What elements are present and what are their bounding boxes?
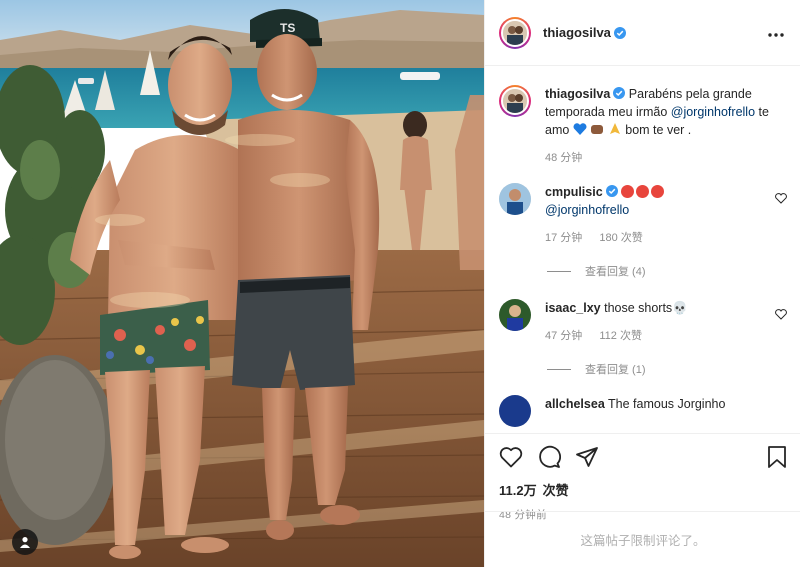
avatar-image (499, 299, 531, 331)
comment-item: allchelsea The famous Jorginho (499, 395, 787, 427)
svg-text:TS: TS (280, 21, 295, 35)
avatar-image (499, 395, 531, 427)
more-options-button[interactable] (768, 24, 784, 42)
caption-text-end: bom te ver . (625, 123, 692, 137)
comment-time[interactable]: 47 分钟 (545, 330, 582, 342)
instagram-post: TS thiagosilva thiagosilva Parabéns pela… (0, 0, 800, 567)
view-replies-button[interactable]: 查看回复 (1) (547, 361, 787, 377)
star-struck-emoji-icon (636, 185, 650, 198)
post-photo[interactable]: TS (0, 0, 484, 567)
replies-divider (547, 270, 571, 272)
likes-count[interactable]: 11.2万 次赞 (499, 480, 787, 499)
author-avatar[interactable] (499, 16, 531, 49)
comment-likes[interactable]: 112 次赞 (599, 330, 642, 342)
caption-mention[interactable]: @jorginhofrello (671, 105, 755, 119)
replies-divider (547, 368, 571, 370)
caption-time[interactable]: 48 分钟 (545, 152, 582, 164)
comment-likes[interactable]: 180 次赞 (599, 232, 642, 244)
comment-avatar[interactable] (499, 395, 531, 427)
comments-disabled-notice: 这篇帖子限制评论了。 (485, 511, 800, 567)
comment-like-heart-icon[interactable] (775, 309, 787, 320)
caption-username[interactable]: thiagosilva (545, 87, 610, 101)
blue-heart-emoji-icon (573, 123, 587, 135)
user-tag-button[interactable] (12, 529, 38, 555)
share-icon (576, 447, 598, 467)
comment-avatar[interactable] (499, 299, 531, 331)
likes-label: 次赞 (542, 483, 569, 498)
comment-avatar[interactable] (499, 183, 531, 215)
comment-item: isaac_lxy those shorts💀 47 分钟 112 次赞 (499, 299, 787, 345)
verified-badge-icon (613, 26, 626, 39)
view-replies-label: 查看回复 (1) (585, 364, 646, 376)
more-horizontal-icon (768, 33, 784, 37)
comment-item: cmpulisic @jorginhofrello 17 分钟 180 次赞 (499, 183, 787, 247)
comment-text: those shorts💀 (604, 301, 688, 315)
beach-photo-illustration: TS (0, 0, 484, 567)
action-icons (499, 442, 787, 472)
post-header: thiagosilva (485, 0, 800, 66)
comment-time[interactable]: 17 分钟 (545, 232, 582, 244)
comment-button[interactable] (537, 445, 561, 469)
star-struck-emoji-icon (621, 185, 635, 198)
avatar-image (503, 20, 527, 45)
verified-badge-icon (613, 87, 626, 99)
comment-body: allchelsea The famous Jorginho (545, 395, 773, 427)
comment-meta: 17 分钟 180 次赞 (545, 229, 773, 247)
post-sidebar: thiagosilva thiagosilva Parabéns pela gr… (484, 0, 800, 567)
star-struck-emoji-icon (651, 185, 665, 198)
caption: thiagosilva Parabéns pela grande tempora… (499, 85, 787, 167)
verified-badge-icon (605, 185, 618, 197)
caption-body: thiagosilva Parabéns pela grande tempora… (545, 85, 773, 167)
comment-icon (539, 445, 561, 468)
heart-icon (499, 447, 523, 468)
caption-meta: 48 分钟 (545, 149, 773, 167)
avatar-image (499, 183, 531, 215)
comments-list[interactable]: thiagosilva Parabéns pela grande tempora… (485, 67, 800, 433)
comment-username[interactable]: isaac_lxy (545, 301, 601, 315)
view-replies-button[interactable]: 查看回复 (4) (547, 263, 787, 279)
view-replies-label: 查看回复 (4) (585, 266, 646, 278)
bookmark-icon (768, 446, 786, 468)
comment-text: The famous Jorginho (608, 397, 726, 411)
author-username[interactable]: thiagosilva (543, 25, 611, 40)
praying-hands-emoji-icon (609, 123, 620, 134)
user-tag-icon (20, 537, 30, 548)
comment-body: isaac_lxy those shorts💀 47 分钟 112 次赞 (545, 299, 773, 345)
save-button[interactable] (767, 445, 787, 469)
comment-mention[interactable]: @jorginhofrello (545, 203, 629, 217)
likes-number: 11.2万 (499, 483, 537, 498)
avatar-image (503, 89, 527, 113)
comment-meta: 47 分钟 112 次赞 (545, 327, 773, 345)
comment-username[interactable]: allchelsea (545, 397, 605, 411)
fist-bump-emoji-icon (591, 125, 604, 134)
share-button[interactable] (575, 446, 599, 468)
comment-like-heart-icon[interactable] (775, 193, 787, 204)
comment-body: cmpulisic @jorginhofrello 17 分钟 180 次赞 (545, 183, 773, 247)
comment-username[interactable]: cmpulisic (545, 185, 603, 199)
like-button[interactable] (499, 446, 523, 468)
caption-avatar[interactable] (499, 85, 531, 117)
